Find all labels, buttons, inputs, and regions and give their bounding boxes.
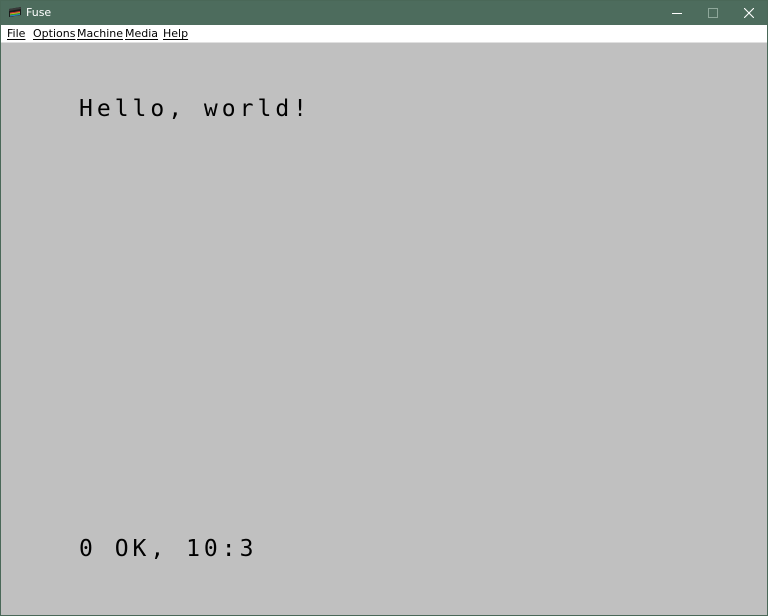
menu-bar: File Options Machine Media Help: [1, 25, 767, 43]
window-title: Fuse: [26, 6, 52, 19]
program-output: Hello, world!: [79, 96, 312, 122]
minimize-button[interactable]: [659, 1, 695, 25]
status-message: 0 OK, 10:3: [79, 536, 258, 562]
maximize-icon: [708, 8, 718, 18]
menu-media[interactable]: Media: [125, 25, 158, 42]
close-button[interactable]: [731, 1, 767, 25]
emulator-screen[interactable]: Hello, world! 0 OK, 10:3: [1, 43, 767, 615]
title-bar[interactable]: Fuse: [1, 1, 767, 25]
menu-machine[interactable]: Machine: [77, 25, 123, 42]
maximize-button[interactable]: [695, 1, 731, 25]
menu-help[interactable]: Help: [163, 25, 188, 42]
fuse-window: Fuse File Options Machine Media Help Hel…: [0, 0, 768, 616]
minimize-icon: [672, 13, 682, 14]
menu-file[interactable]: File: [7, 25, 25, 42]
close-icon: [744, 8, 754, 18]
fuse-app-icon: [9, 7, 21, 17]
menu-options[interactable]: Options: [33, 25, 75, 42]
